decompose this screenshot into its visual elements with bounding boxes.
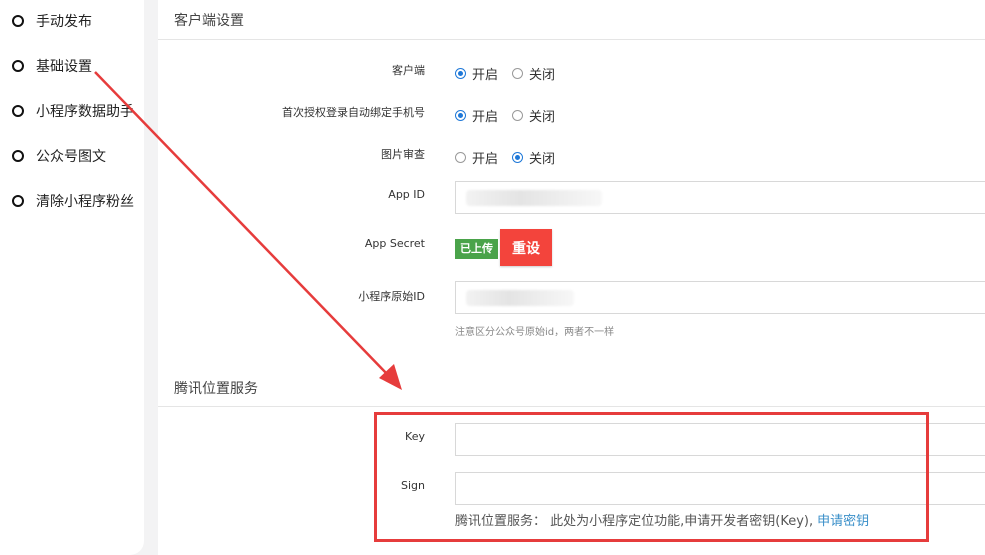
bind-phone-radio-on[interactable]: 开启 [455,106,498,125]
reset-button[interactable]: 重设 [500,229,552,266]
redacted-value [466,290,574,306]
circle-icon [12,195,24,207]
client-radio-group: 开启 关闭 [455,64,569,83]
bind-phone-label: 首次授权登录自动绑定手机号 [282,106,425,119]
sidebar-item-label: 公众号图文 [36,149,106,165]
circle-icon [12,105,24,117]
image-review-radio-group: 开启 关闭 [455,148,569,167]
radio-checked-icon [455,68,466,79]
original-id-hint: 注意区分公众号原始id，两者不一样 [455,327,615,338]
original-id-input[interactable] [455,281,985,314]
sidebar-item-label: 小程序数据助手 [36,104,134,120]
annotation-highlight-box [374,412,929,542]
sidebar-item-official-articles[interactable]: 公众号图文 [12,145,106,167]
circle-icon [12,15,24,27]
section-title-tencent-location: 腾讯位置服务 [174,381,258,397]
radio-checked-icon [512,152,524,163]
sidebar-item-manual-publish[interactable]: 手动发布 [12,10,92,32]
app-secret-label: App Secret [364,237,425,250]
uploaded-badge: 已上传 [455,239,498,259]
section-divider [158,406,985,407]
circle-icon [12,150,24,162]
sidebar-item-data-assistant[interactable]: 小程序数据助手 [12,100,134,122]
original-id-label: 小程序原始ID [358,290,425,303]
radio-unchecked-icon [512,68,524,79]
sidebar: 手动发布 基础设置 小程序数据助手 公众号图文 清除小程序粉丝 [0,0,144,555]
bind-phone-radio-group: 开启 关闭 [455,106,569,125]
image-review-label: 图片审查 [381,148,425,161]
radio-unchecked-icon [455,152,466,163]
sidebar-item-basic-settings[interactable]: 基础设置 [12,55,92,77]
app-id-input[interactable] [455,181,985,214]
section-title-client: 客户端设置 [174,13,244,29]
client-label: 客户端 [392,64,425,77]
circle-icon [12,60,24,72]
section-divider [158,39,985,40]
sidebar-item-clear-fans[interactable]: 清除小程序粉丝 [12,190,134,212]
bind-phone-radio-off[interactable]: 关闭 [512,106,555,125]
redacted-value [466,190,602,206]
image-review-radio-off[interactable]: 关闭 [512,148,555,167]
sidebar-item-label: 手动发布 [36,14,92,30]
sidebar-item-label: 基础设置 [36,59,92,75]
app-id-label: App ID [388,188,425,201]
client-radio-on[interactable]: 开启 [455,64,498,83]
radio-unchecked-icon [512,110,524,121]
radio-checked-icon [455,110,466,121]
sidebar-item-label: 清除小程序粉丝 [36,194,134,210]
client-radio-off[interactable]: 关闭 [512,64,555,83]
image-review-radio-on[interactable]: 开启 [455,148,498,167]
